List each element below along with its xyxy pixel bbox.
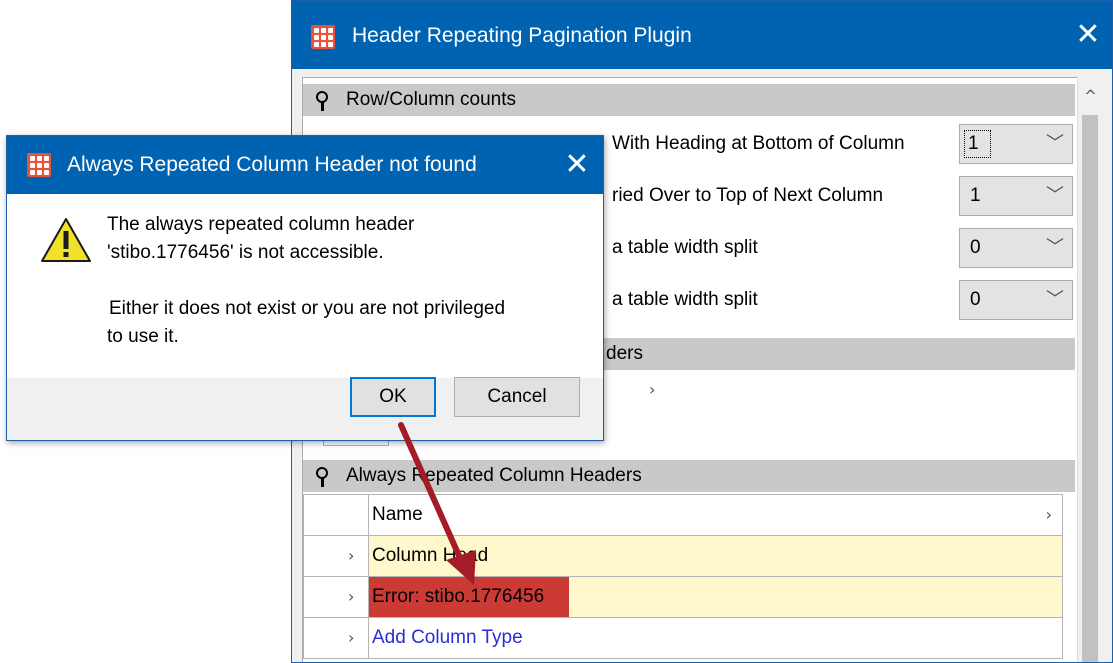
- error-cell-text: Error: stibo.1776456: [372, 586, 545, 607]
- grid-corner-cell: [303, 494, 369, 536]
- row-header-cell: ›: [303, 617, 369, 659]
- chevron-right-icon[interactable]: ›: [348, 587, 354, 607]
- chevron-right-icon[interactable]: ›: [348, 628, 354, 648]
- vertical-scrollbar[interactable]: ^: [1077, 77, 1103, 662]
- warning-icon: [41, 218, 91, 262]
- pin-icon: [316, 91, 328, 111]
- cancel-button[interactable]: Cancel: [454, 377, 580, 417]
- setting-label: ried Over to Top of Next Column: [612, 185, 884, 206]
- select-value: 1: [964, 130, 991, 158]
- message-line: 'stibo.1776456' is not accessible.: [107, 242, 384, 263]
- count-select[interactable]: 1 ﹀: [959, 124, 1073, 164]
- chevron-down-icon: ﹀: [1046, 185, 1064, 206]
- chevron-down-icon: ﹀: [1046, 289, 1064, 310]
- message-line: to use it.: [107, 326, 179, 347]
- column-head-cell: Column Head: [372, 545, 489, 566]
- count-select[interactable]: 0 ﹀: [959, 280, 1073, 320]
- dialog-title-bar: Always Repeated Column Header not found …: [7, 136, 603, 194]
- section-title: ders: [606, 343, 643, 364]
- section-header-always-repeated[interactable]: Always Repeated Column Headers: [303, 460, 1075, 492]
- chevron-right-icon[interactable]: ›: [1046, 505, 1052, 525]
- message-line: The always repeated column header: [107, 214, 415, 235]
- select-value: 0: [970, 237, 981, 258]
- ok-button[interactable]: OK: [350, 377, 436, 417]
- close-icon[interactable]: ✕: [1066, 13, 1110, 57]
- scroll-up-icon[interactable]: ^: [1078, 85, 1103, 107]
- count-select[interactable]: 0 ﹀: [959, 228, 1073, 268]
- alert-dialog: Always Repeated Column Header not found …: [6, 135, 604, 441]
- message-line: Either it does not exist or you are not …: [109, 298, 506, 319]
- scroll-thumb[interactable]: [1082, 115, 1098, 662]
- section-title: Always Repeated Column Headers: [346, 465, 642, 486]
- close-icon[interactable]: ✕: [555, 143, 599, 187]
- dialog-body: The always repeated column header 'stibo…: [7, 194, 603, 378]
- app-logo-icon: [27, 153, 51, 177]
- chevron-right-icon[interactable]: ›: [348, 546, 354, 566]
- section-title: Row/Column counts: [346, 89, 517, 110]
- section-header-row-column-counts[interactable]: Row/Column counts: [303, 84, 1075, 116]
- pin-icon: [316, 467, 328, 487]
- chevron-right-icon[interactable]: ›: [649, 380, 655, 400]
- chevron-down-icon: ﹀: [1046, 237, 1064, 258]
- setting-label: a table width split: [612, 237, 758, 258]
- main-title-bar: Header Repeating Pagination Plugin ✕: [292, 1, 1112, 69]
- grid-header-row: Name ›: [369, 494, 1063, 536]
- window-title: Header Repeating Pagination Plugin: [352, 24, 692, 47]
- row-header-cell: ›: [303, 576, 369, 618]
- setting-label: a table width split: [612, 289, 758, 310]
- select-value: 0: [970, 289, 981, 310]
- column-header-name[interactable]: Name: [372, 503, 423, 527]
- select-value: 1: [970, 185, 981, 206]
- table-row[interactable]: Add Column Type: [369, 617, 1063, 659]
- dialog-title: Always Repeated Column Header not found: [67, 153, 477, 176]
- count-select[interactable]: 1 ﹀: [959, 176, 1073, 216]
- add-column-type-link[interactable]: Add Column Type: [372, 626, 523, 650]
- table-row[interactable]: Error: stibo.1776456: [369, 576, 1063, 619]
- chevron-down-icon: ﹀: [1046, 133, 1064, 154]
- row-header-cell: ›: [303, 535, 369, 577]
- app-logo-icon: [311, 25, 335, 49]
- table-row[interactable]: Column Head: [369, 535, 1063, 577]
- setting-label: With Heading at Bottom of Column: [612, 133, 905, 154]
